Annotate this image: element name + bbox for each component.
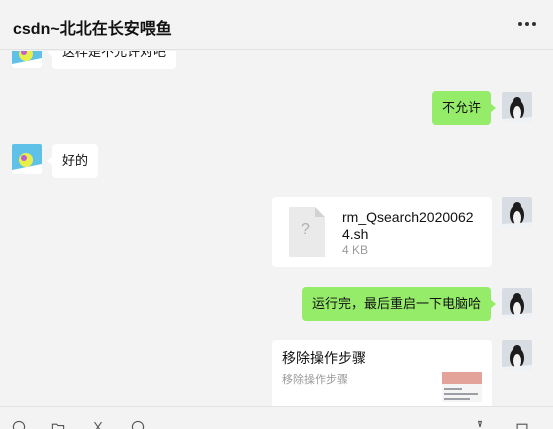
my-avatar[interactable] xyxy=(502,92,532,122)
message-text: 不允许 xyxy=(441,100,481,115)
file-name: rm_Qsearch20200624.sh xyxy=(342,209,474,242)
my-avatar[interactable] xyxy=(502,288,532,318)
link-message-card[interactable]: 移除操作步骤 移除操作步骤 xyxy=(272,340,492,406)
message-bubble-outgoing[interactable]: 不允许 xyxy=(431,91,496,125)
my-avatar[interactable] xyxy=(502,197,532,227)
chat-title: csdn~北北在长安喂鱼 xyxy=(13,21,172,38)
more-horizontal-icon xyxy=(518,22,536,26)
link-thumbnail xyxy=(442,372,482,402)
message-text: 好的 xyxy=(62,153,89,168)
my-avatar[interactable] xyxy=(502,340,532,370)
emoji-button[interactable] xyxy=(9,420,29,429)
emoji-icon xyxy=(12,420,26,429)
contact-avatar[interactable] xyxy=(12,144,42,174)
voice-call-button[interactable] xyxy=(470,420,490,429)
more-options-button[interactable] xyxy=(517,17,537,31)
chat-header: csdn~北北在长安喂鱼 xyxy=(0,0,553,50)
message-bubble-incoming[interactable]: 好的 xyxy=(47,144,99,178)
input-toolbar xyxy=(0,406,553,429)
message-list[interactable]: 这样是不允许对吧 不允许 好的 ? rm_Qsearch20200624.sh … xyxy=(0,51,553,406)
send-file-button[interactable] xyxy=(48,420,68,429)
video-call-icon xyxy=(516,423,528,429)
link-description: 移除操作步骤 xyxy=(282,374,348,386)
file-size: 4 KB xyxy=(342,243,369,257)
phone-icon xyxy=(477,420,483,428)
message-bubble-incoming[interactable]: 这样是不允许对吧 xyxy=(47,51,177,69)
message-bubble-outgoing[interactable]: 运行完，最后重启一下电脑哈 xyxy=(301,287,496,321)
chat-bubble-icon xyxy=(131,420,145,429)
link-title: 移除操作步骤 xyxy=(282,350,366,366)
message-text: 运行完，最后重启一下电脑哈 xyxy=(311,296,481,311)
contact-avatar[interactable] xyxy=(12,51,42,68)
file-message-card[interactable]: ? rm_Qsearch20200624.sh 4 KB xyxy=(272,197,492,267)
chat-history-button[interactable] xyxy=(128,420,148,429)
scissors-icon xyxy=(94,421,102,429)
screenshot-button[interactable] xyxy=(88,420,108,429)
folder-icon xyxy=(51,423,65,429)
file-icon-glyph: ? xyxy=(301,221,310,238)
message-text: 这样是不允许对吧 xyxy=(62,51,167,59)
video-call-button[interactable] xyxy=(512,420,532,429)
